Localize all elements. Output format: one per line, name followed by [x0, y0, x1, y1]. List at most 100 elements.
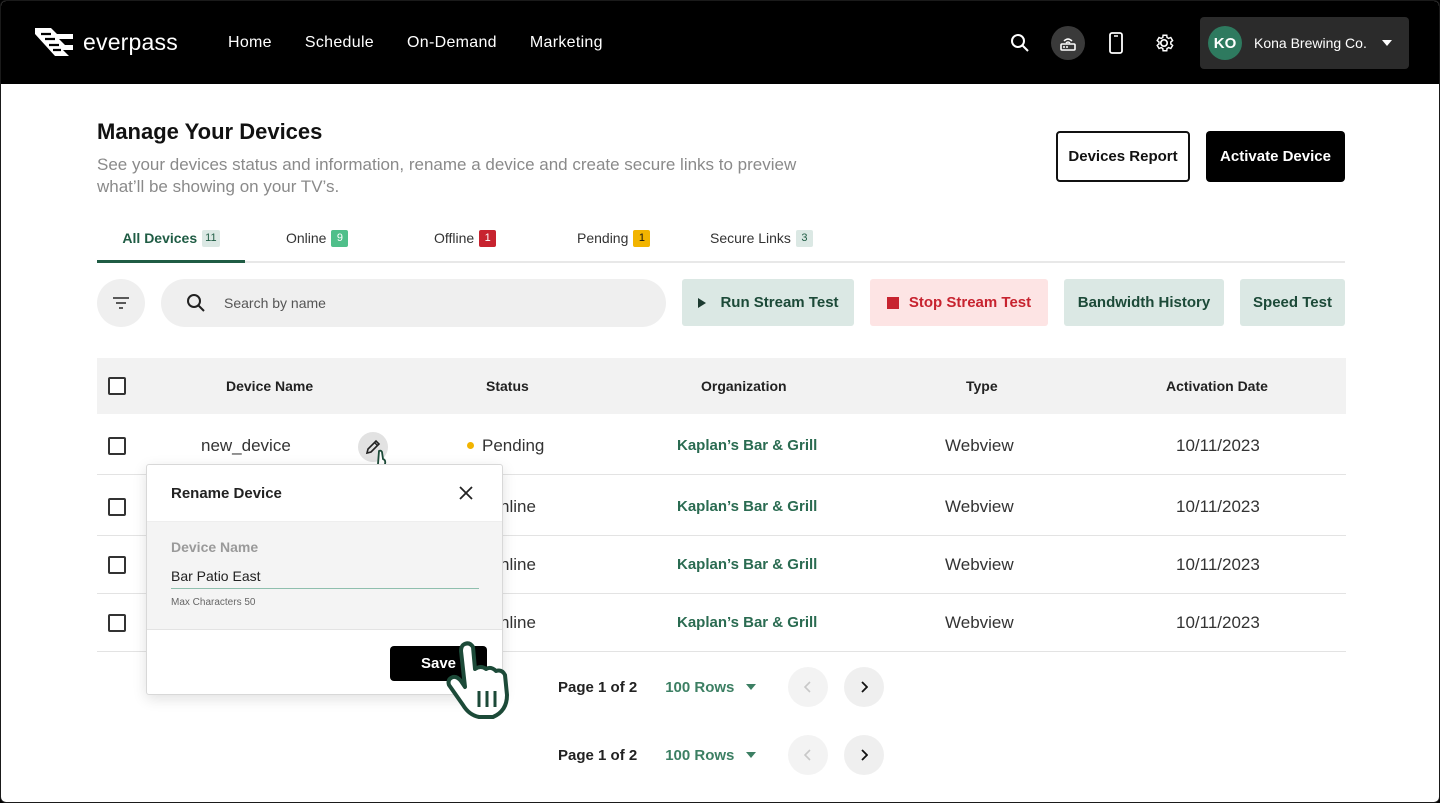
run-stream-test-label: Run Stream Test — [720, 294, 839, 311]
page-title: Manage Your Devices — [97, 119, 323, 144]
organization-link[interactable]: Kaplan’s Bar & Grill — [677, 536, 817, 593]
row-checkbox[interactable] — [108, 436, 126, 455]
tab-label: All Devices — [122, 230, 198, 246]
row-checkbox[interactable] — [108, 613, 126, 632]
column-organization[interactable]: Organization — [701, 358, 787, 414]
phone-icon — [1109, 32, 1123, 54]
rows-per-page-select[interactable]: 100 Rows — [665, 746, 757, 764]
header-icons — [1003, 26, 1181, 60]
chevron-left-icon — [804, 749, 811, 761]
close-icon[interactable] — [456, 483, 476, 503]
column-activation-date[interactable]: Activation Date — [1166, 358, 1268, 414]
run-stream-test-button[interactable]: Run Stream Test — [682, 279, 854, 326]
tab-pending[interactable]: Pending 1 — [577, 223, 651, 263]
brand-name: everpass — [83, 28, 178, 55]
app-window: everpass Home Schedule On-Demand Marketi… — [0, 0, 1440, 803]
tab-label: Pending — [577, 230, 629, 246]
table-header: Device Name Status Organization Type Act… — [97, 358, 1346, 414]
chevron-left-icon — [804, 681, 811, 693]
activation-date-cell: 10/11/2023 — [1176, 612, 1260, 632]
tab-all-devices[interactable]: All Devices 11 — [97, 223, 245, 263]
nav-schedule[interactable]: Schedule — [305, 34, 374, 52]
speed-test-button[interactable]: Speed Test — [1240, 279, 1345, 326]
everpass-logo-icon — [35, 28, 73, 56]
avatar: KO — [1208, 26, 1242, 60]
stop-stream-test-button[interactable]: Stop Stream Test — [870, 279, 1048, 326]
organization-link[interactable]: Kaplan’s Bar & Grill — [677, 417, 817, 474]
rows-per-page-label: 100 Rows — [665, 746, 735, 764]
select-all-checkbox[interactable] — [108, 377, 126, 395]
filter-icon — [113, 297, 129, 309]
stop-stream-test-label: Stop Stream Test — [908, 294, 1032, 311]
dialog-title: Rename Device — [171, 484, 282, 502]
row-checkbox[interactable] — [108, 555, 126, 574]
tab-offline[interactable]: Offline 1 — [434, 223, 497, 263]
router-button[interactable] — [1051, 26, 1085, 60]
row-checkbox[interactable] — [108, 497, 126, 516]
settings-button[interactable] — [1147, 26, 1181, 60]
row-select-cell — [108, 536, 126, 593]
devices-report-button[interactable]: Devices Report — [1056, 131, 1190, 182]
router-icon — [1060, 38, 1076, 51]
dialog-body: Device Name Max Characters 50 — [147, 522, 502, 629]
tab-label: Online — [286, 230, 327, 246]
device-tabs: All Devices 11 Online 9 Offline 1 Pendin… — [97, 223, 1345, 263]
type-cell: Webview — [945, 554, 1014, 574]
rows-per-page-select[interactable]: 100 Rows — [665, 678, 757, 696]
activation-date-cell: 10/11/2023 — [1176, 496, 1260, 516]
gear-icon — [1156, 34, 1174, 52]
pagination: Page 1 of 2 100 Rows — [558, 667, 885, 707]
pagination: Page 1 of 2 100 Rows — [558, 735, 885, 775]
tab-count-badge: 9 — [331, 230, 349, 247]
select-all-cell — [108, 358, 126, 414]
device-name-label: Device Name — [171, 539, 259, 555]
dialog-header: Rename Device — [147, 465, 502, 522]
nav-on-demand[interactable]: On-Demand — [407, 34, 497, 52]
previous-page-button[interactable] — [788, 735, 829, 775]
tab-label: Secure Links — [710, 230, 791, 246]
nav-home[interactable]: Home — [228, 34, 272, 52]
nav-marketing[interactable]: Marketing — [530, 34, 603, 52]
tab-count-badge: 3 — [795, 230, 813, 247]
column-status[interactable]: Status — [486, 358, 529, 414]
column-type[interactable]: Type — [966, 358, 998, 414]
search-icon — [187, 294, 205, 312]
mobile-device-button[interactable] — [1099, 26, 1133, 60]
header-search-button[interactable] — [1003, 26, 1037, 60]
tab-online[interactable]: Online 9 — [286, 223, 349, 263]
activate-device-button[interactable]: Activate Device — [1206, 131, 1345, 182]
row-select-cell — [108, 417, 126, 474]
previous-page-button[interactable] — [788, 667, 829, 707]
page-subtitle: See your devices status and information,… — [97, 155, 797, 196]
next-page-button[interactable] — [844, 667, 885, 707]
play-icon — [698, 297, 707, 308]
brand-logo[interactable]: everpass — [33, 25, 178, 59]
type-cell: Webview — [945, 435, 1014, 455]
tab-count-badge: 1 — [479, 230, 497, 247]
organization-link[interactable]: Kaplan’s Bar & Grill — [677, 594, 817, 651]
activation-date-cell: 10/11/2023 — [1176, 435, 1260, 455]
search-bar — [161, 279, 666, 327]
status-text: nline — [500, 554, 536, 574]
hand-pointer-cursor-icon — [446, 641, 509, 719]
caret-down-icon — [1381, 40, 1392, 46]
tab-label: Offline — [434, 230, 475, 246]
device-name-field[interactable] — [171, 568, 479, 589]
organization-link[interactable]: Kaplan’s Bar & Grill — [677, 478, 817, 535]
chevron-right-icon — [861, 681, 869, 693]
status-pending-dot — [467, 442, 474, 449]
rows-per-page-label: 100 Rows — [665, 678, 735, 696]
column-device-name[interactable]: Device Name — [226, 358, 313, 414]
bandwidth-history-button[interactable]: Bandwidth History — [1064, 279, 1224, 326]
row-select-cell — [108, 478, 126, 535]
chevron-right-icon — [861, 749, 869, 761]
next-page-button[interactable] — [844, 735, 885, 775]
max-characters-hint: Max Characters 50 — [171, 597, 256, 608]
filter-button[interactable] — [97, 279, 145, 327]
account-name: Kona Brewing Co. — [1254, 35, 1367, 51]
tab-secure-links[interactable]: Secure Links 3 — [710, 223, 813, 263]
account-switcher[interactable]: KO Kona Brewing Co. — [1200, 17, 1409, 69]
search-input[interactable] — [224, 295, 624, 311]
status-text: Pending — [482, 435, 545, 455]
activation-date-cell: 10/11/2023 — [1176, 554, 1260, 574]
